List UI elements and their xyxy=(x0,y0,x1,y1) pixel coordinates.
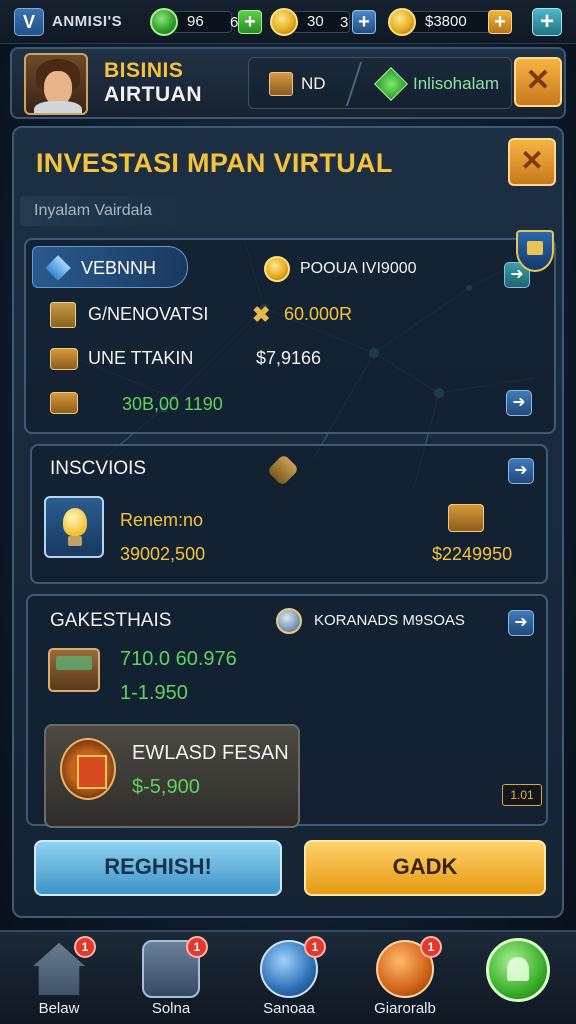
card3-value2: 1-1.950 xyxy=(120,682,188,704)
nav-home-label: Belaw xyxy=(38,1000,80,1017)
treasure-chest-icon xyxy=(48,648,100,692)
card3-title: GAKESTHAIS xyxy=(50,610,172,631)
nav-tools[interactable]: 1 Solna xyxy=(116,936,226,1024)
nav-globe[interactable]: 1 Sanoaa xyxy=(234,936,344,1024)
gold-coin-icon xyxy=(264,256,290,282)
shield-icon xyxy=(516,230,554,272)
green-gem-icon xyxy=(150,8,178,36)
panel-close-button[interactable]: ✕ xyxy=(508,138,556,186)
gold-coin-extra: 3 xyxy=(340,14,349,31)
panel-subtitle: Inyalam Vairdala xyxy=(20,196,190,226)
briefcase-icon xyxy=(50,348,78,370)
confirm-button[interactable]: GADK xyxy=(304,840,546,896)
document-icon xyxy=(50,302,76,328)
featured-value: $-5,900 xyxy=(132,776,200,798)
add-coins-button[interactable]: + xyxy=(352,10,376,34)
green-action-button[interactable] xyxy=(486,938,550,1002)
investment-panel: INVESTASI MPAN VIRTUAL ✕ Inyalam Vairdal… xyxy=(12,126,564,918)
lightbulb-glass xyxy=(63,508,87,536)
card2-right-value: $2249950 xyxy=(432,544,513,564)
player-name: ANMISI'S xyxy=(52,13,123,30)
menu-v-button[interactable]: V xyxy=(14,8,44,36)
nav-achievements-label: Giaroralb xyxy=(374,1000,436,1017)
game-title: BISINIS AIRTUAN xyxy=(104,59,202,107)
panel-subtitle-text: Inyalam Vairdala xyxy=(34,202,152,219)
category-tab-label: VEBNNH xyxy=(81,258,157,278)
green-gem-icon xyxy=(374,67,408,101)
card2-title: INSCVIOIS xyxy=(50,458,147,479)
notification-badge: 1 xyxy=(304,936,326,958)
silver-coin-icon xyxy=(276,608,302,634)
lightbulb-base xyxy=(68,536,82,546)
lightbulb-icon[interactable] xyxy=(44,496,104,558)
bottom-navigation: 1 Belaw 1 Solna 1 Sanoaa 1 Giaroralb xyxy=(0,930,576,1024)
investment-card-inscviois: INSCVIOIS ➜ Renem:no 39002,500 $2249950 xyxy=(30,444,548,584)
card3-value1: 710.0 60.976 xyxy=(120,648,237,670)
gold-coin-counter: 30 3 + xyxy=(270,8,378,36)
category-tab[interactable]: VEBNNH xyxy=(32,246,188,288)
nav-home[interactable]: 1 Belaw xyxy=(4,936,114,1024)
card2-item-label: Renem:no xyxy=(120,510,204,530)
coin-label: POOUA IVI9000 xyxy=(300,260,417,277)
player-avatar[interactable] xyxy=(24,53,88,115)
avatar-face xyxy=(44,71,72,105)
notification-badge: 1 xyxy=(186,936,208,958)
investment-card-primary: VEBNNH POOUA IVI9000 ➜ G/NENOVATSI ✖ 60.… xyxy=(24,230,556,434)
row2-value: $7,9166 xyxy=(256,348,322,368)
box-icon xyxy=(50,392,78,414)
row1-label: G/NENOVATSI xyxy=(88,304,209,324)
row1-value: 60.000R xyxy=(284,304,353,324)
gift-box-icon xyxy=(60,738,116,800)
nav-globe-label: Sanoaa xyxy=(263,1000,315,1017)
gold-coin-value: 30 xyxy=(307,13,324,30)
game-header: BISINIS AIRTUAN ND Inlisohalam ✕ xyxy=(10,47,566,119)
blue-gem-icon xyxy=(45,255,71,281)
row3-arrow-button[interactable]: ➜ xyxy=(506,390,532,416)
nav-achievements[interactable]: 1 Giaroralb xyxy=(350,936,460,1024)
add-gems-button[interactable]: + xyxy=(238,10,262,34)
row2-label: UNE TTAKIN xyxy=(88,348,194,368)
game-title-line2: AIRTUAN xyxy=(104,83,202,106)
green-gem-counter: 96 6 + xyxy=(150,8,262,36)
header-nd-label: ND xyxy=(301,74,326,93)
featured-offer[interactable]: EWLASD FESAN $-5,900 xyxy=(44,724,300,828)
cash-value: $3800 xyxy=(425,13,467,30)
card2-arrow-button[interactable]: ➜ xyxy=(508,458,534,484)
notification-badge: 1 xyxy=(420,936,442,958)
card2-item-value: 39002,500 xyxy=(120,544,206,564)
green-gem-value: 96 xyxy=(187,13,204,30)
header-status-panel: ND Inlisohalam xyxy=(248,57,512,109)
green-gem-amount: 96 xyxy=(172,11,232,33)
crate-icon xyxy=(269,72,293,96)
notification-badge: 1 xyxy=(74,936,96,958)
gold-hex-icon xyxy=(266,453,300,487)
header-resource-label: Inlisohalam xyxy=(413,74,499,93)
gold-coin-icon xyxy=(270,8,298,36)
add-cash-button[interactable]: + xyxy=(488,10,512,34)
featured-title: EWLASD FESAN xyxy=(132,742,289,764)
resource-bar: V ANMISI'S 96 6 + 30 3 + $3800 + + xyxy=(0,0,576,44)
row3-value: 30B,00 1190 xyxy=(122,394,223,414)
panel-title: INVESTASI MPAN VIRTUAL xyxy=(36,148,393,178)
cash-coin-icon xyxy=(388,8,416,36)
investment-card-gakesthais: GAKESTHAIS KORANADS M9SOAS ➜ 710.0 60.97… xyxy=(26,594,548,828)
card3-right-label: KORANADS M9SOAS xyxy=(314,612,465,629)
divider xyxy=(337,62,363,106)
refresh-button[interactable]: REGHISH! xyxy=(34,840,282,896)
cash-counter: $3800 + xyxy=(388,8,516,36)
game-title-line1: BISINIS xyxy=(104,59,184,82)
treasure-box-icon xyxy=(448,504,484,532)
nav-tools-label: Solna xyxy=(151,1000,191,1017)
level-tag: 1.01 xyxy=(502,784,542,806)
avatar-shirt xyxy=(34,101,82,113)
card3-arrow-button[interactable]: ➜ xyxy=(508,610,534,636)
header-close-button[interactable]: ✕ xyxy=(514,57,562,107)
cash-amount: $3800 xyxy=(410,11,494,33)
crossed-tools-icon: ✖ xyxy=(252,302,271,327)
add-resource-button[interactable]: + xyxy=(532,8,562,36)
